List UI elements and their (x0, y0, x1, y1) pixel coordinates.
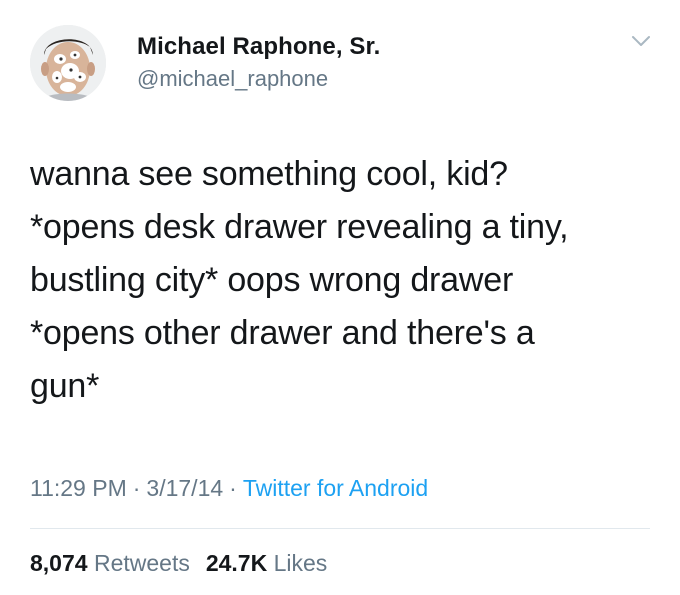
display-name[interactable]: Michael Raphone, Sr. (137, 33, 380, 61)
retweets-count: 8,074 (30, 550, 88, 576)
likes-label: Likes (273, 550, 328, 576)
retweets-label: Retweets (93, 550, 190, 576)
tweet-stats: 8,074 Retweets 24.7K Likes (30, 550, 327, 577)
tweet-card: Michael Raphone, Sr. @michael_raphone wa… (0, 0, 680, 595)
user-handle[interactable]: @michael_raphone (137, 66, 328, 92)
tweet-source-link[interactable]: Twitter for Android (243, 475, 428, 501)
tweet-menu-button[interactable] (630, 33, 652, 49)
tweet-time[interactable]: 11:29 PM (30, 475, 127, 501)
tweet-text: wanna see something cool, kid? *opens de… (30, 155, 569, 405)
profile-photo-icon (30, 25, 106, 101)
divider (30, 528, 650, 529)
tweet-date[interactable]: 3/17/14 (146, 475, 223, 501)
chevron-down-icon (632, 36, 650, 46)
meta-separator: · (229, 475, 237, 501)
avatar[interactable] (30, 25, 106, 101)
meta-separator: · (132, 475, 141, 501)
retweets-stat[interactable]: 8,074 Retweets (30, 550, 190, 576)
likes-stat[interactable]: 24.7K Likes (206, 550, 327, 576)
likes-count: 24.7K (205, 550, 268, 576)
tweet-meta: 11:29 PM · 3/17/14 · Twitter for Android (30, 475, 428, 502)
